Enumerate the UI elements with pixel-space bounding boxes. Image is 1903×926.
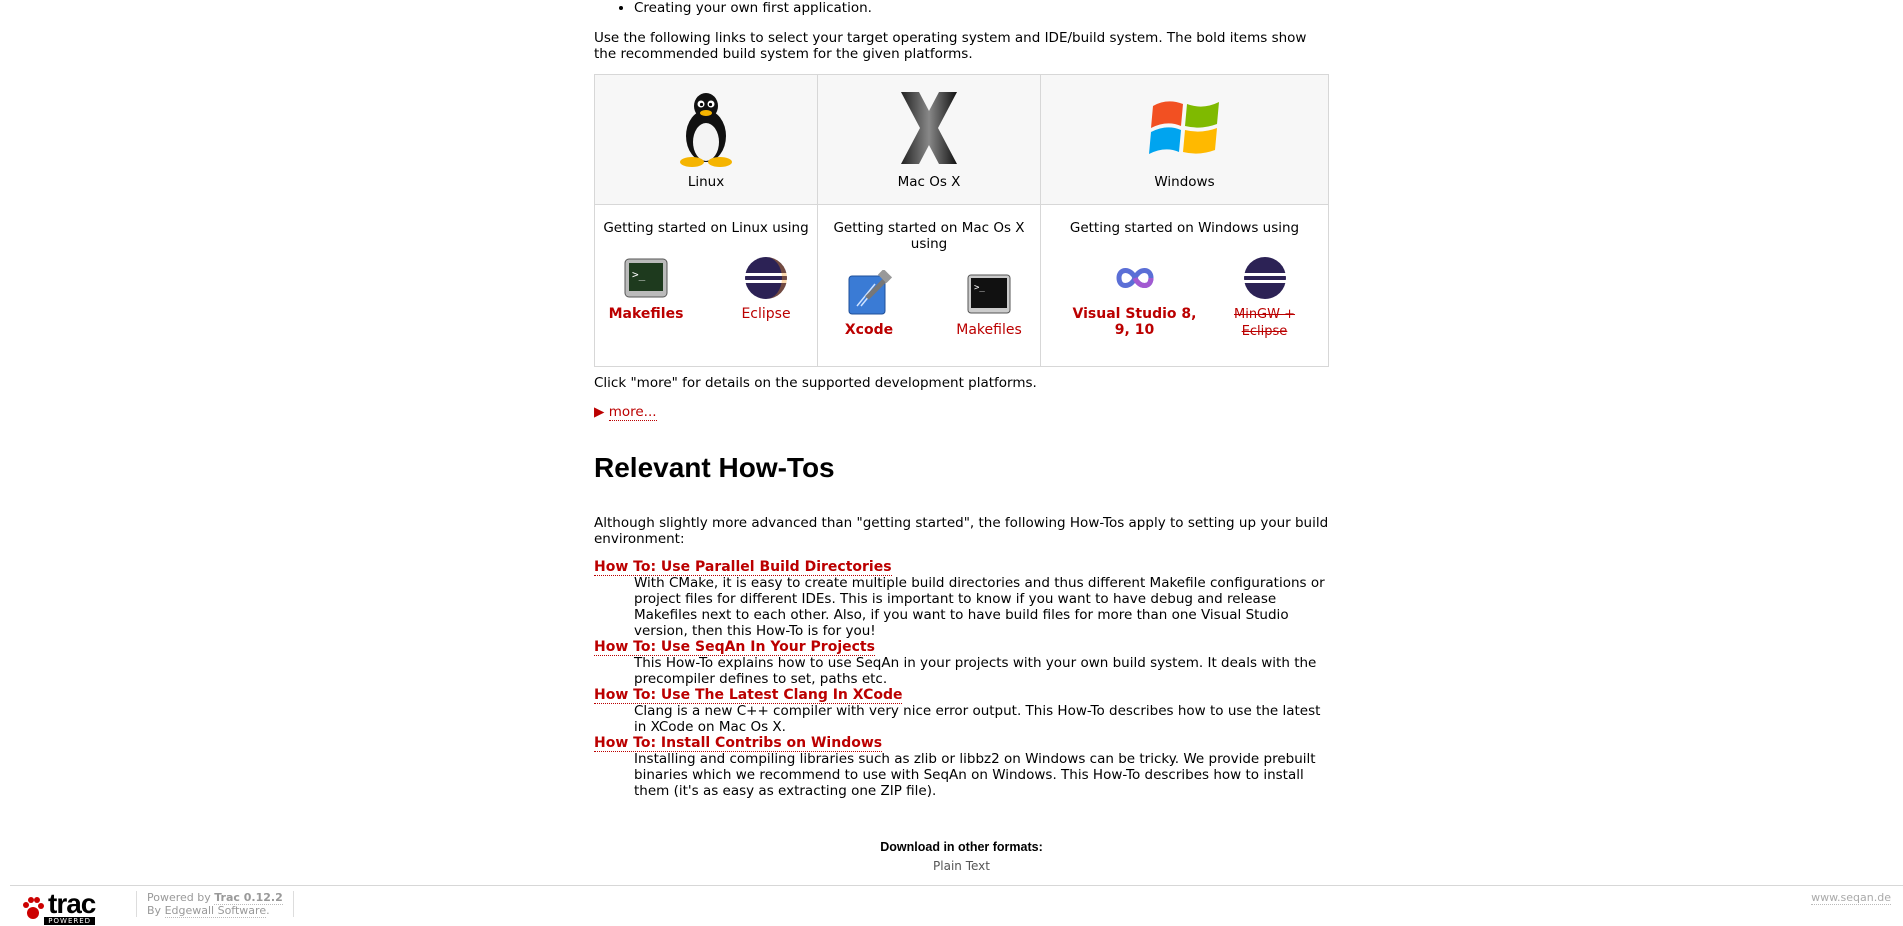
windows-label[interactable]: Windows (1042, 174, 1327, 190)
howto-link-seqan-projects[interactable]: How To: Use SeqAn In Your Projects (594, 639, 875, 656)
footer: trac POWERED Powered by Trac 0.12.2 By E… (10, 885, 1903, 926)
howto-link-parallel-build[interactable]: How To: Use Parallel Build Directories (594, 559, 892, 576)
powered-badge: POWERED (44, 917, 96, 925)
linux-makefiles-link[interactable]: Makefiles (609, 306, 684, 322)
linux-eclipse-link[interactable]: Eclipse (741, 306, 790, 322)
linux-eclipse-tool: Eclipse (716, 254, 816, 322)
mac-getting-started: Getting started on Mac Os X using (833, 220, 1025, 252)
windows-mingw-eclipse-link[interactable]: MinGW + Eclipse (1234, 307, 1295, 339)
mac-tools-cell: Getting started on Mac Os X using Xcode (817, 204, 1041, 367)
download-heading: Download in other formats: (880, 840, 1043, 854)
site-link[interactable]: www.seqan.de (1811, 891, 1891, 905)
windows-visual-studio-tool: Visual Studio 8, 9, 10 (1065, 254, 1205, 340)
bullet-list: Creating your own first application. (594, 0, 872, 16)
howto-desc-parallel-build: With CMake, it is easy to create multipl… (634, 575, 1325, 639)
mac-cell: Mac Os X (817, 74, 1041, 205)
mac-xcode-tool: Xcode (819, 270, 919, 338)
mac-label[interactable]: Mac Os X (819, 174, 1039, 190)
click-more-text: Click "more" for details on the supporte… (594, 375, 1037, 391)
mac-os-x-icon[interactable] (888, 88, 970, 168)
howto-desc-contribs-windows: Installing and compiling libraries such … (634, 751, 1316, 799)
list-item: Creating your own first application. (634, 0, 872, 16)
windows-mingw-eclipse-tool: MinGW + Eclipse (1225, 254, 1305, 340)
windows-tools-cell: Getting started on Windows using Visual … (1040, 204, 1329, 367)
howto-link-contribs-windows[interactable]: How To: Install Contribs on Windows (594, 735, 883, 752)
eclipse-icon[interactable] (742, 254, 790, 302)
linux-cell: Linux (594, 74, 818, 205)
visual-studio-icon[interactable] (1111, 254, 1159, 302)
linux-tools-cell: Getting started on Linux using >_ Makefi… (594, 204, 818, 367)
more-label[interactable]: more... (608, 404, 657, 421)
mac-xcode-link[interactable]: Xcode (845, 322, 893, 338)
tux-penguin-icon[interactable] (665, 88, 747, 168)
powered-by-text: Powered by Trac 0.12.2 By Edgewall Softw… (136, 891, 294, 918)
trac-logo[interactable]: trac POWERED (22, 890, 96, 925)
paw-icon (23, 896, 44, 919)
howto-desc-seqan-projects: This How-To explains how to use SeqAn in… (634, 655, 1317, 687)
howto-list: How To: Use Parallel Build Directories W… (594, 559, 1329, 799)
by-label: By (147, 904, 162, 917)
intro-paragraph: Use the following links to select your t… (594, 30, 1307, 62)
howto-link-clang-xcode[interactable]: How To: Use The Latest Clang In XCode (594, 687, 903, 704)
windows-getting-started: Getting started on Windows using (1069, 220, 1300, 236)
eclipse-icon[interactable] (1241, 254, 1289, 302)
xcode-icon[interactable] (845, 270, 893, 318)
linux-getting-started: Getting started on Linux using (603, 220, 809, 236)
powered-by-label: Powered by (147, 891, 211, 904)
windows-visual-studio-link[interactable]: Visual Studio 8, 9, 10 (1073, 306, 1197, 338)
linux-label[interactable]: Linux (596, 174, 816, 190)
mac-makefiles-link[interactable]: Makefiles (956, 322, 1022, 338)
mac-makefiles-tool: >_ Makefiles (939, 270, 1039, 338)
terminal-icon[interactable]: >_ (965, 270, 1013, 318)
edgewall-link[interactable]: Edgewall Software (164, 904, 267, 918)
download-formats: Download in other formats: Plain Text (594, 839, 1329, 874)
svg-text:>_: >_ (632, 268, 646, 281)
linux-makefiles-tool: >_ Makefiles (596, 254, 696, 322)
platform-table: Linux Mac Os X Windows Getting started o… (594, 74, 1329, 367)
trac-version-link[interactable]: Trac 0.12.2 (214, 891, 283, 905)
windows-cell: Windows (1040, 74, 1329, 205)
section-heading: Relevant How-Tos (594, 452, 835, 483)
windows-logo-icon[interactable] (1144, 88, 1226, 168)
howto-desc-clang-xcode: Clang is a new C++ compiler with very ni… (634, 703, 1321, 735)
plain-text-link[interactable]: Plain Text (594, 858, 1329, 874)
trac-wordmark: trac (48, 888, 96, 919)
terminal-icon[interactable]: >_ (622, 254, 670, 302)
howtos-intro: Although slightly more advanced than "ge… (594, 515, 1329, 547)
svg-text:>_: >_ (974, 283, 985, 293)
triangle-right-icon: ▶ (594, 404, 605, 420)
more-toggle[interactable]: ▶ more... (594, 404, 657, 421)
